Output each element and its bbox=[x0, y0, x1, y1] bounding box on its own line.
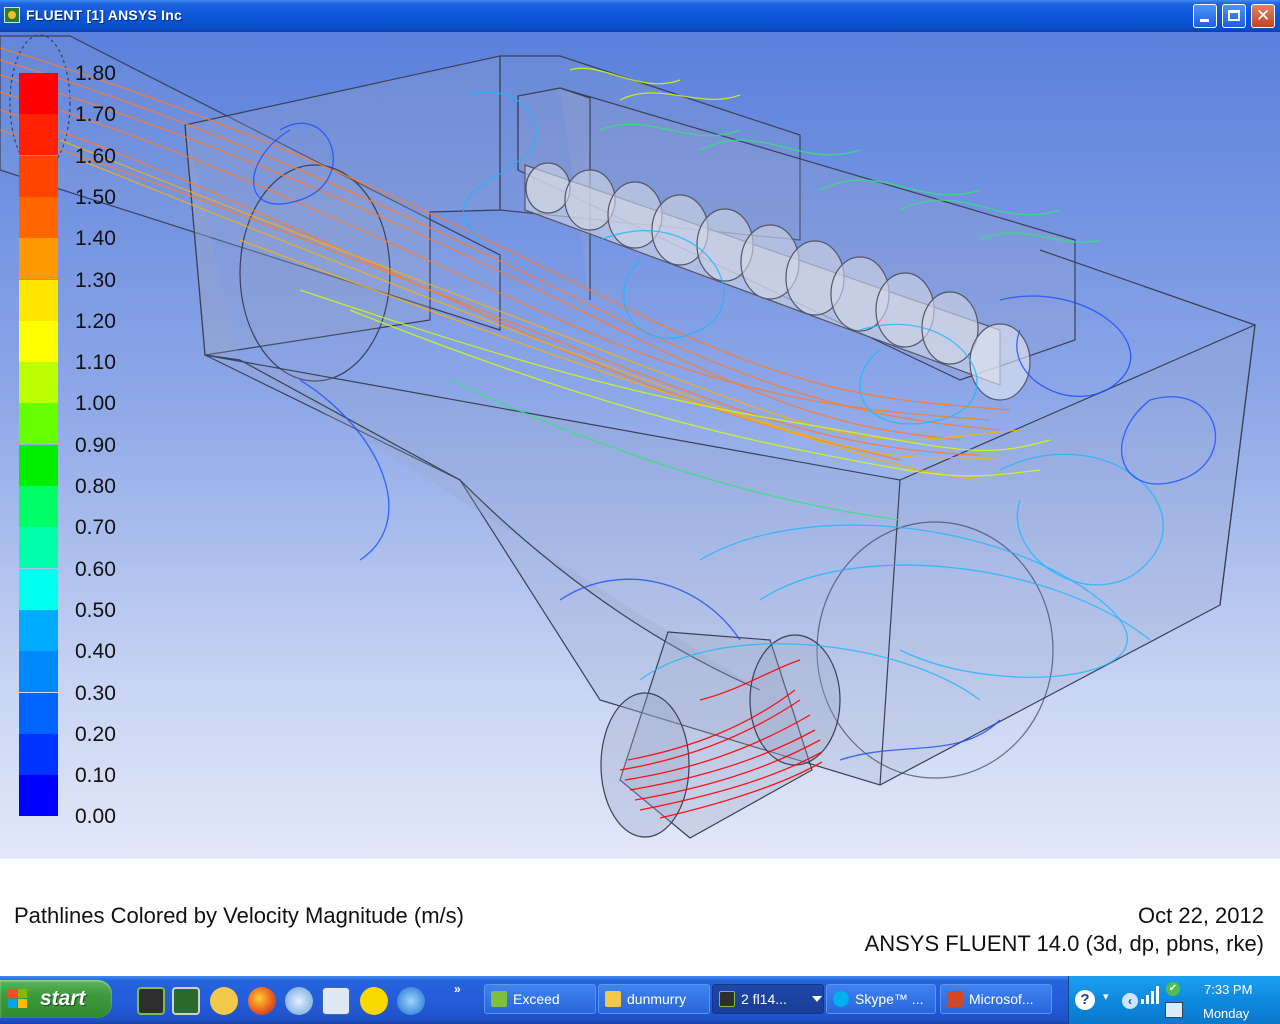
start-button[interactable]: start bbox=[0, 980, 112, 1018]
legend-label: 1.40 bbox=[75, 227, 116, 251]
powerpoint-icon bbox=[947, 991, 963, 1007]
arrow-icon[interactable] bbox=[360, 987, 388, 1015]
task-button-exceed[interactable]: Exceed bbox=[484, 984, 596, 1014]
legend-swatch bbox=[19, 320, 58, 362]
fluent-app-icon[interactable] bbox=[4, 7, 20, 23]
task-label: 2 fl14... bbox=[741, 991, 787, 1007]
legend-label: 1.20 bbox=[75, 309, 116, 333]
task-button-dunmurry[interactable]: dunmurry bbox=[598, 984, 710, 1014]
firefox-icon[interactable] bbox=[248, 987, 276, 1015]
task-button-skype[interactable]: Skype™ ... bbox=[826, 984, 936, 1014]
legend-swatch bbox=[19, 279, 58, 321]
legend-label: 0.30 bbox=[75, 681, 116, 705]
legend-swatch bbox=[19, 527, 58, 569]
legend-swatch bbox=[19, 444, 58, 486]
skype-icon bbox=[833, 991, 849, 1007]
legend-swatch bbox=[19, 486, 58, 527]
legend-label: 0.60 bbox=[75, 557, 116, 581]
legend-label: 0.40 bbox=[75, 640, 116, 664]
legend-swatch bbox=[19, 568, 58, 610]
legend-label: 1.30 bbox=[75, 268, 116, 292]
minimize-button[interactable] bbox=[1193, 4, 1217, 28]
exceed-icon[interactable] bbox=[137, 987, 165, 1015]
legend-label: 0.10 bbox=[75, 764, 116, 788]
task-button-fluent-group[interactable]: 2 fl14... bbox=[712, 984, 824, 1014]
folder-icon[interactable] bbox=[210, 987, 238, 1015]
graphics-viewport[interactable]: 1.80 1.70 1.60 1.50 1.40 1.30 1.20 1.10 1.00 0.90… bbox=[0, 32, 1280, 858]
legend-label: 1.00 bbox=[75, 392, 116, 416]
legend-label: 0.20 bbox=[75, 722, 116, 746]
fluent-icon bbox=[719, 991, 735, 1007]
windows-logo-icon bbox=[8, 989, 28, 1009]
task-button-microsoft[interactable]: Microsof... bbox=[940, 984, 1052, 1014]
window-titlebar[interactable]: FLUENT [1] ANSYS Inc ✕ bbox=[0, 0, 1280, 32]
close-icon: ✕ bbox=[1256, 6, 1271, 26]
legend-label: 0.90 bbox=[75, 433, 116, 457]
legend-label: 1.50 bbox=[75, 185, 116, 209]
legend-label: 0.50 bbox=[75, 598, 116, 622]
quick-launch-more-button[interactable]: » bbox=[454, 982, 461, 996]
check-icon[interactable]: ✔ bbox=[1166, 982, 1180, 996]
geometry-housing bbox=[0, 34, 1256, 839]
legend-label: 0.80 bbox=[75, 475, 116, 498]
show-hidden-icons-button[interactable]: ‹ bbox=[1122, 993, 1138, 1009]
task-label: Exceed bbox=[513, 991, 560, 1007]
network-icon[interactable] bbox=[1165, 1002, 1183, 1018]
task-label: Skype™ ... bbox=[855, 991, 924, 1007]
pathlines-scene bbox=[0, 34, 1256, 839]
legend-swatch bbox=[19, 238, 58, 280]
legend-swatch bbox=[19, 196, 58, 238]
help-icon[interactable]: ? bbox=[1075, 990, 1095, 1010]
close-button[interactable]: ✕ bbox=[1251, 4, 1275, 28]
graphics-icon[interactable] bbox=[172, 987, 200, 1015]
edit-icon[interactable] bbox=[322, 987, 350, 1015]
legend-swatch bbox=[19, 362, 58, 404]
clock-day: Monday bbox=[1203, 1006, 1250, 1021]
taskbar: start » Exceed dunmurry 2 fl14... Skype™… bbox=[0, 976, 1280, 1024]
legend-swatch bbox=[19, 114, 58, 156]
system-tray: ? ▾ ‹ ✔ 7:33 PM Monday bbox=[1068, 976, 1280, 1024]
maximize-icon bbox=[1228, 10, 1240, 21]
legend-label: 1.60 bbox=[75, 144, 116, 168]
globe-icon[interactable] bbox=[285, 987, 313, 1015]
legend-swatch bbox=[19, 651, 58, 693]
window-title: FLUENT [1] ANSYS Inc bbox=[26, 7, 182, 23]
maximize-button[interactable] bbox=[1222, 4, 1246, 28]
legend-swatch bbox=[19, 775, 58, 817]
legend-label: 1.70 bbox=[75, 103, 116, 127]
minimize-icon bbox=[1200, 19, 1209, 22]
start-label: start bbox=[40, 987, 86, 1010]
task-label: Microsof... bbox=[969, 991, 1034, 1007]
legend-swatch bbox=[19, 609, 58, 651]
graphics-caption: Pathlines Colored by Velocity Magnitude … bbox=[0, 858, 1280, 977]
plot-date: Oct 22, 2012 bbox=[1138, 903, 1264, 928]
legend-label: 0.70 bbox=[75, 516, 116, 540]
folder-icon bbox=[605, 991, 621, 1007]
legend-label: 1.80 bbox=[75, 62, 116, 85]
chevron-down-icon bbox=[812, 996, 822, 1002]
internet-explorer-icon[interactable] bbox=[397, 987, 425, 1015]
signal-icon[interactable] bbox=[1141, 984, 1163, 1004]
legend-swatch bbox=[19, 403, 58, 445]
plot-title: Pathlines Colored by Velocity Magnitude … bbox=[14, 903, 464, 928]
task-label: dunmurry bbox=[627, 991, 687, 1007]
legend-swatch bbox=[19, 692, 58, 734]
legend-swatch bbox=[19, 733, 58, 775]
clock-time[interactable]: 7:33 PM bbox=[1204, 982, 1252, 997]
legend-swatch bbox=[19, 73, 58, 114]
legend-label: 1.10 bbox=[75, 351, 116, 375]
legend-swatch bbox=[19, 155, 58, 197]
tray-menu-arrow-icon[interactable]: ▾ bbox=[1103, 990, 1109, 1003]
solver-version: ANSYS FLUENT 14.0 (3d, dp, pbns, rke) bbox=[864, 931, 1264, 956]
legend-label: 0.00 bbox=[75, 805, 116, 829]
exceed-icon bbox=[491, 991, 507, 1007]
